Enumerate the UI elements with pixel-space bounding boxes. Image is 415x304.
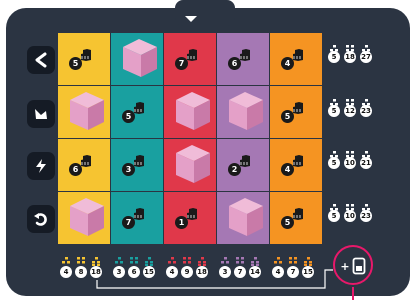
tablet-icon <box>352 257 366 275</box>
plus-label: + <box>340 259 350 273</box>
add-button-content[interactable]: + <box>339 255 367 277</box>
